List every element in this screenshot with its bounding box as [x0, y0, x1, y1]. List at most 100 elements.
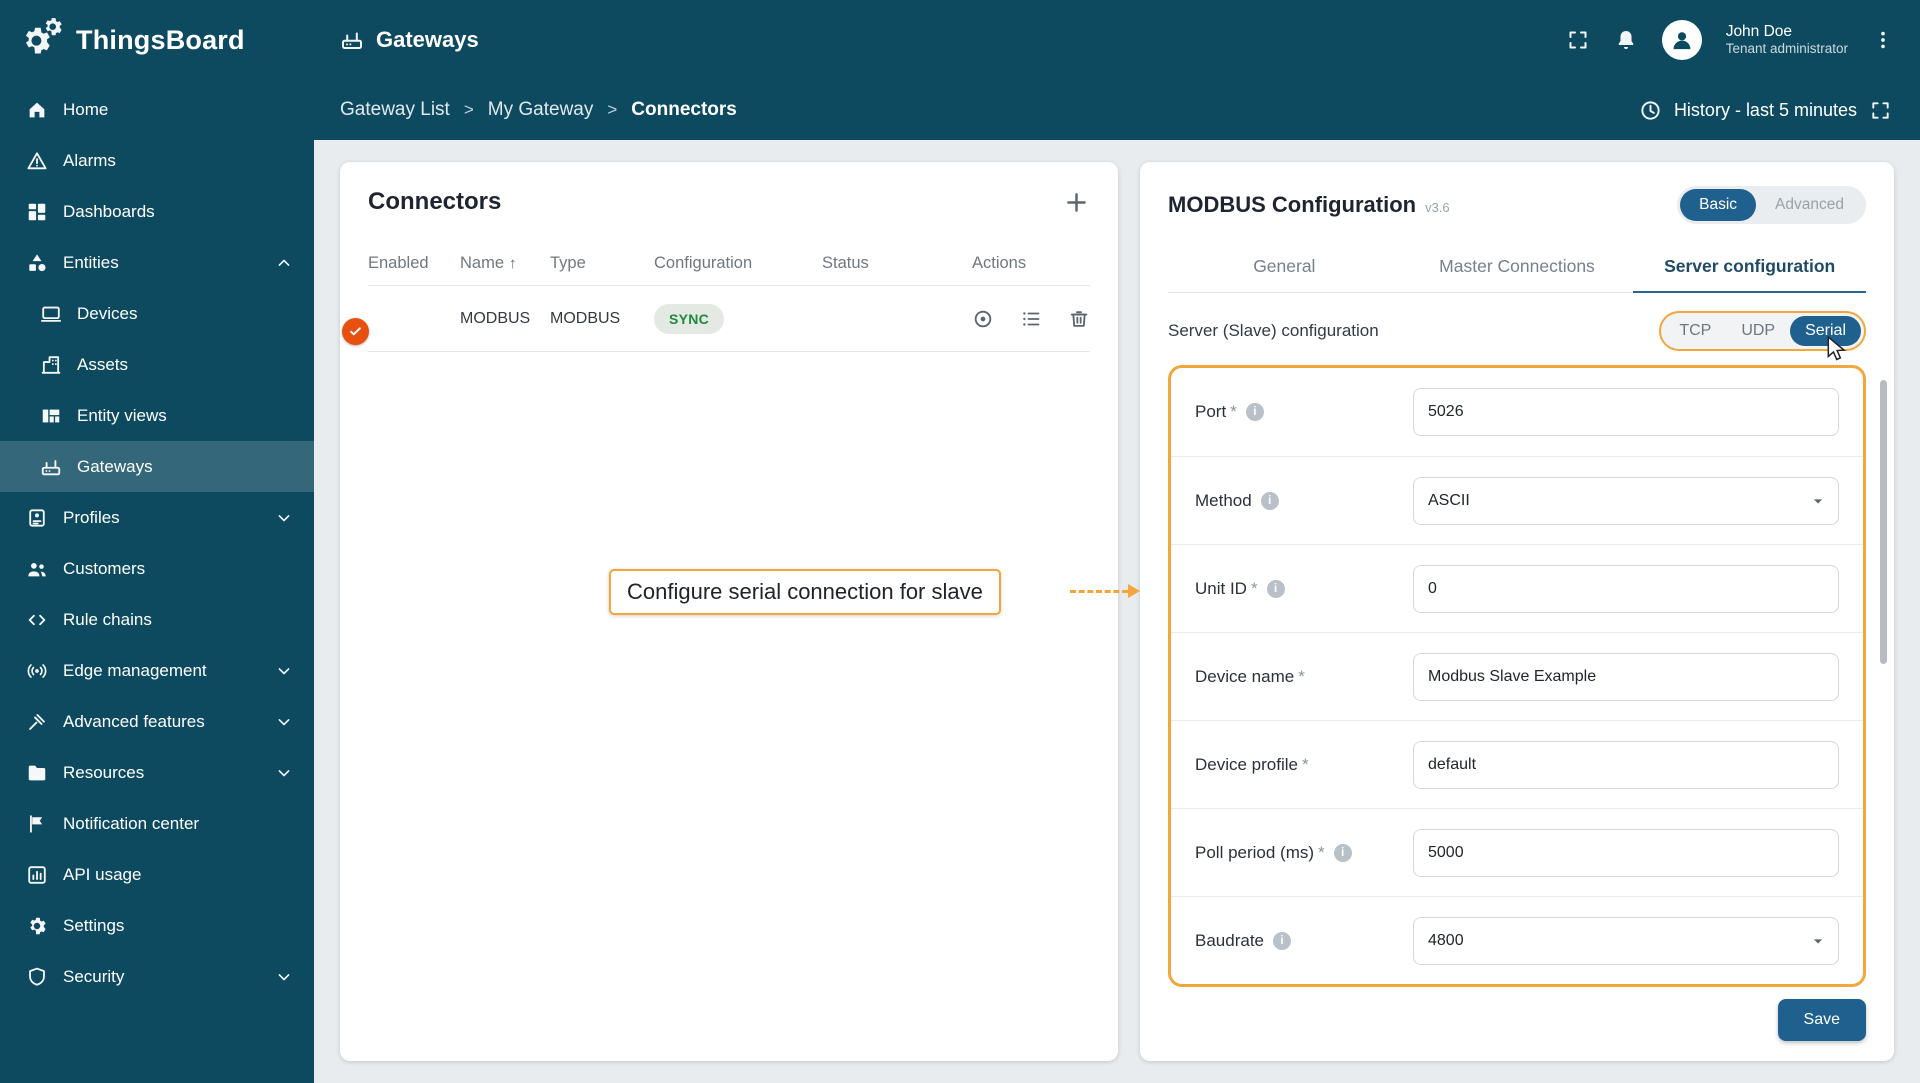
advanced-mode-button[interactable]: Advanced: [1756, 189, 1863, 221]
sidebar-item-resources[interactable]: Resources: [0, 747, 314, 798]
sidebar-item-label: Dashboards: [63, 201, 155, 221]
column-configuration: Configuration: [654, 254, 753, 272]
field-label: Method: [1195, 490, 1252, 510]
sidebar-item-api-usage[interactable]: API usage: [0, 849, 314, 900]
sidebar-item-label: Devices: [77, 303, 138, 323]
alarm-icon: [26, 150, 48, 172]
history-controls: History - last 5 minutes: [1639, 99, 1892, 122]
mouse-cursor: [1826, 335, 1850, 369]
form-field-poll-period: Poll period (ms) * i: [1171, 808, 1863, 896]
fullscreen-icon[interactable]: [1566, 28, 1590, 52]
required-marker: *: [1318, 842, 1325, 862]
tab-master-connections[interactable]: Master Connections: [1401, 246, 1634, 292]
app-root: ThingsBoard Gateways John Doe Tenant adm…: [0, 0, 1920, 1083]
page-title: Gateways: [376, 27, 479, 52]
connectors-table-header: Enabled Name ↑ Type Configuration Status…: [368, 242, 1090, 286]
devices-icon: [40, 303, 62, 325]
info-icon[interactable]: i: [1260, 491, 1279, 510]
save-button[interactable]: Save: [1777, 999, 1866, 1041]
sidebar-item-gateways[interactable]: Gateways: [0, 441, 314, 492]
method-select[interactable]: [1413, 476, 1839, 525]
info-icon[interactable]: i: [1245, 403, 1264, 421]
device-name-input[interactable]: [1413, 652, 1839, 701]
breadcrumb-my-gateway[interactable]: My Gateway: [488, 99, 594, 121]
form-field-device-profile: Device profile *: [1171, 720, 1863, 808]
udp-button[interactable]: UDP: [1726, 316, 1790, 346]
port-input[interactable]: [1413, 388, 1839, 436]
tab-general[interactable]: General: [1168, 246, 1401, 292]
security-shield-icon: [26, 966, 48, 988]
sidebar-item-assets[interactable]: Assets: [0, 339, 314, 390]
gateways-icon: [40, 456, 62, 478]
chevron-down-icon: [274, 661, 294, 681]
logs-list-icon[interactable]: [1020, 308, 1042, 330]
sidebar-item-customers[interactable]: Customers: [0, 543, 314, 594]
chevron-down-icon: [274, 763, 294, 783]
poll-period-input[interactable]: [1413, 828, 1839, 877]
api-usage-chart-icon: [26, 864, 48, 886]
gateways-icon: [340, 28, 364, 52]
rpc-icon[interactable]: [972, 308, 994, 330]
config-version: v3.6: [1425, 200, 1450, 215]
required-marker: *: [1298, 666, 1305, 686]
user-role: Tenant administrator: [1725, 41, 1848, 57]
column-status: Status: [822, 254, 869, 272]
callout-dashed-connector: [1070, 590, 1128, 593]
sidebar-item-settings[interactable]: Settings: [0, 900, 314, 951]
sidebar-item-label: Advanced features: [63, 711, 205, 731]
user-avatar[interactable]: [1661, 20, 1702, 60]
breadcrumb-connectors[interactable]: Connectors: [631, 99, 737, 121]
info-icon[interactable]: i: [1266, 579, 1285, 598]
form-scrollbar[interactable]: [1880, 380, 1887, 664]
device-profile-input[interactable]: [1413, 740, 1839, 789]
sidebar-item-label: Customers: [63, 558, 146, 578]
required-marker: *: [1250, 578, 1258, 598]
breadcrumb-gateway-list[interactable]: Gateway List: [340, 99, 450, 121]
form-field-method: Method i: [1171, 456, 1863, 544]
top-toolbar: Gateways John Doe Tenant administrator: [314, 0, 1920, 80]
thingsboard-logo: [22, 18, 66, 62]
tab-server-configuration[interactable]: Server configuration: [1633, 246, 1866, 293]
history-clock-icon[interactable]: [1639, 99, 1662, 122]
required-marker: *: [1302, 754, 1309, 774]
sidebar-item-advanced-features[interactable]: Advanced features: [0, 696, 314, 747]
baudrate-select[interactable]: [1413, 916, 1839, 965]
unit-id-input[interactable]: [1413, 564, 1839, 613]
tcp-button[interactable]: TCP: [1664, 316, 1726, 346]
toggle-check-icon: [342, 317, 369, 345]
column-name[interactable]: Name ↑: [460, 254, 550, 273]
sidebar-item-home[interactable]: Home: [0, 84, 314, 135]
sidebar-item-devices[interactable]: Devices: [0, 288, 314, 339]
sidebar-item-alarms[interactable]: Alarms: [0, 135, 314, 186]
form-field-baudrate: Baudrate i: [1171, 896, 1863, 984]
sort-asc-icon: ↑: [509, 255, 517, 272]
sidebar-item-label: Home: [63, 99, 109, 119]
delete-trash-icon[interactable]: [1068, 308, 1090, 330]
chevron-down-icon: [274, 712, 294, 732]
sidebar-item-rule-chains[interactable]: Rule chains: [0, 594, 314, 645]
connectors-title: Connectors: [368, 188, 502, 215]
sidebar-item-notification-center[interactable]: Notification center: [0, 798, 314, 849]
add-connector-button[interactable]: [1063, 189, 1090, 216]
info-icon[interactable]: i: [1273, 931, 1291, 950]
info-icon[interactable]: i: [1333, 843, 1352, 862]
config-title: MODBUS Configuration: [1168, 192, 1417, 217]
notifications-bell-icon[interactable]: [1614, 28, 1638, 52]
field-label: Device profile: [1195, 754, 1298, 774]
sidebar-item-profiles[interactable]: Profiles: [0, 492, 314, 543]
sidebar-item-edge-management[interactable]: Edge management: [0, 645, 314, 696]
sidebar-item-dashboards[interactable]: Dashboards: [0, 186, 314, 237]
sidebar-item-label: Rule chains: [63, 609, 152, 629]
expand-fullscreen-icon[interactable]: [1869, 99, 1892, 122]
chevron-down-icon: [274, 967, 294, 987]
form-field-device-name: Device name *: [1171, 632, 1863, 720]
sidebar-item-label: API usage: [63, 864, 142, 884]
form-field-port: Port * i: [1171, 368, 1863, 456]
sidebar-item-entity-views[interactable]: Entity views: [0, 390, 314, 441]
sidebar-item-security[interactable]: Security: [0, 951, 314, 1002]
basic-mode-button[interactable]: Basic: [1680, 189, 1757, 221]
configuration-sync-chip: SYNC: [654, 303, 725, 334]
kebab-menu-icon[interactable]: [1872, 29, 1894, 51]
sidebar-item-entities[interactable]: Entities: [0, 237, 314, 288]
history-range-label[interactable]: History - last 5 minutes: [1674, 100, 1857, 121]
